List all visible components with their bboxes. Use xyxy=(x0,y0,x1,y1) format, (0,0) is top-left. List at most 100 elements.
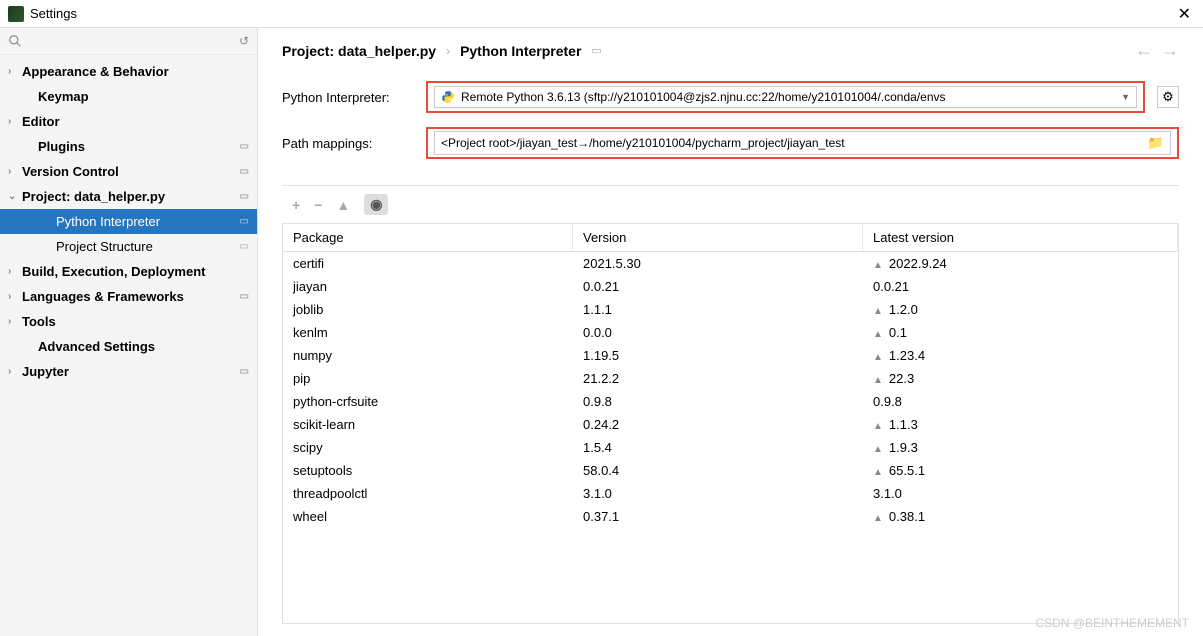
package-name: setuptools xyxy=(283,459,573,482)
chevron-right-icon: › xyxy=(446,44,450,58)
package-version: 1.19.5 xyxy=(573,344,863,367)
table-row[interactable]: kenlm0.0.0▲0.1 xyxy=(283,321,1178,344)
upgrade-available-icon: ▲ xyxy=(873,513,883,524)
package-version: 1.1.1 xyxy=(573,298,863,321)
modified-badge-icon: ▭ xyxy=(240,291,249,302)
package-version: 0.24.2 xyxy=(573,413,863,436)
sidebar-item-languages-frameworks[interactable]: ›Languages & Frameworks▭ xyxy=(0,284,257,309)
table-row[interactable]: wheel0.37.1▲0.38.1 xyxy=(283,505,1178,528)
sidebar: ↺ ›Appearance & BehaviorKeymap›EditorPlu… xyxy=(0,28,258,636)
chevron-icon: › xyxy=(8,316,20,327)
upgrade-available-icon: ▲ xyxy=(873,352,883,363)
sidebar-item-label: Keymap xyxy=(38,89,89,104)
sidebar-item-label: Project Structure xyxy=(56,239,153,254)
package-version: 0.0.21 xyxy=(573,275,863,298)
chevron-icon: › xyxy=(8,366,20,377)
table-row[interactable]: certifi2021.5.30▲2022.9.24 xyxy=(283,252,1178,275)
package-latest: ▲1.2.0 xyxy=(863,298,1178,321)
nav-forward-icon[interactable]: → xyxy=(1161,40,1179,61)
package-latest: ▲1.1.3 xyxy=(863,413,1178,436)
app-icon xyxy=(8,6,24,22)
sidebar-item-label: Version Control xyxy=(22,164,119,179)
settings-tree: ›Appearance & BehaviorKeymap›EditorPlugi… xyxy=(0,55,257,384)
table-row[interactable]: jiayan0.0.210.0.21 xyxy=(283,275,1178,298)
table-body: certifi2021.5.30▲2022.9.24jiayan0.0.210.… xyxy=(283,252,1178,623)
package-name: joblib xyxy=(283,298,573,321)
sidebar-item-python-interpreter[interactable]: Python Interpreter▭ xyxy=(0,209,257,234)
search-input[interactable] xyxy=(26,34,235,48)
upgrade-available-icon: ▲ xyxy=(873,260,883,271)
header-package[interactable]: Package xyxy=(283,224,573,251)
mappings-highlight: <Project root>/jiayan_test→/home/y210101… xyxy=(426,127,1179,159)
sidebar-item-label: Languages & Frameworks xyxy=(22,289,184,304)
table-row[interactable]: scikit-learn0.24.2▲1.1.3 xyxy=(283,413,1178,436)
sidebar-item-appearance-behavior[interactable]: ›Appearance & Behavior xyxy=(0,59,257,84)
table-row[interactable]: pip21.2.2▲22.3 xyxy=(283,367,1178,390)
close-icon[interactable]: ✕ xyxy=(1174,4,1195,24)
interpreter-highlight: Remote Python 3.6.13 (sftp://y210101004@… xyxy=(426,81,1145,113)
breadcrumb: Project: data_helper.py › Python Interpr… xyxy=(282,40,1179,61)
gear-icon[interactable]: ⚙ xyxy=(1157,86,1179,108)
header-latest[interactable]: Latest version xyxy=(863,224,1178,251)
sidebar-item-label: Jupyter xyxy=(22,364,69,379)
table-row[interactable]: numpy1.19.5▲1.23.4 xyxy=(283,344,1178,367)
nav-back-icon[interactable]: ← xyxy=(1135,40,1153,61)
package-name: scikit-learn xyxy=(283,413,573,436)
watermark: CSDN @BEINTHEMEMENT xyxy=(1035,616,1189,630)
package-latest: ▲22.3 xyxy=(863,367,1178,390)
sidebar-item-build-execution-deployment[interactable]: ›Build, Execution, Deployment xyxy=(0,259,257,284)
package-name: wheel xyxy=(283,505,573,528)
sidebar-item-label: Appearance & Behavior xyxy=(22,64,169,79)
upgrade-available-icon: ▲ xyxy=(873,421,883,432)
reset-icon[interactable]: ▭ xyxy=(591,44,601,57)
sidebar-item-keymap[interactable]: Keymap xyxy=(0,84,257,109)
package-latest: ▲1.9.3 xyxy=(863,436,1178,459)
package-latest: ▲1.23.4 xyxy=(863,344,1178,367)
sidebar-item-plugins[interactable]: Plugins▭ xyxy=(0,134,257,159)
upgrade-available-icon: ▲ xyxy=(873,306,883,317)
table-row[interactable]: setuptools58.0.4▲65.5.1 xyxy=(283,459,1178,482)
search-icon xyxy=(8,34,22,48)
window-title: Settings xyxy=(30,6,1174,21)
table-row[interactable]: python-crfsuite0.9.80.9.8 xyxy=(283,390,1178,413)
sidebar-item-jupyter[interactable]: ›Jupyter ▭ xyxy=(0,359,257,384)
table-row[interactable]: threadpoolctl3.1.03.1.0 xyxy=(283,482,1178,505)
upgrade-package-button[interactable]: ▲ xyxy=(336,197,350,213)
upgrade-available-icon: ▲ xyxy=(873,375,883,386)
show-early-releases-button[interactable]: ◉ xyxy=(364,194,388,215)
package-latest: 0.0.21 xyxy=(863,275,1178,298)
mappings-row: Path mappings: <Project root>/jiayan_tes… xyxy=(282,127,1179,159)
remove-package-button[interactable]: − xyxy=(314,197,322,213)
table-row[interactable]: joblib1.1.1▲1.2.0 xyxy=(283,298,1178,321)
modified-badge-icon: ▭ xyxy=(240,366,249,377)
search-bar[interactable]: ↺ xyxy=(0,28,257,55)
package-version: 0.9.8 xyxy=(573,390,863,413)
history-icon[interactable]: ↺ xyxy=(239,34,249,48)
table-header: Package Version Latest version xyxy=(283,224,1178,252)
sidebar-item-tools[interactable]: ›Tools xyxy=(0,309,257,334)
sidebar-item-label: Plugins xyxy=(38,139,85,154)
package-toolbar: + − ▲ ◉ xyxy=(282,185,1179,223)
sidebar-item-project-structure[interactable]: Project Structure ▭ xyxy=(0,234,257,259)
add-package-button[interactable]: + xyxy=(292,197,300,213)
package-latest: 0.9.8 xyxy=(863,390,1178,413)
sidebar-item-label: Project: data_helper.py xyxy=(22,189,165,204)
chevron-icon: › xyxy=(8,116,20,127)
chevron-icon: › xyxy=(8,266,20,277)
modified-badge-icon: ▭ xyxy=(240,166,249,177)
modified-badge-icon: ▭ xyxy=(240,241,249,252)
python-icon xyxy=(441,90,455,104)
interpreter-dropdown[interactable]: Remote Python 3.6.13 (sftp://y210101004@… xyxy=(434,86,1137,108)
table-row[interactable]: scipy1.5.4▲1.9.3 xyxy=(283,436,1178,459)
package-version: 2021.5.30 xyxy=(573,252,863,275)
sidebar-item-editor[interactable]: ›Editor xyxy=(0,109,257,134)
sidebar-item-advanced-settings[interactable]: Advanced Settings xyxy=(0,334,257,359)
sidebar-item-project-data-helper-py[interactable]: ⌄Project: data_helper.py▭ xyxy=(0,184,257,209)
chevron-down-icon: ▼ xyxy=(1121,92,1130,102)
mappings-label: Path mappings: xyxy=(282,136,414,151)
header-version[interactable]: Version xyxy=(573,224,863,251)
sidebar-item-version-control[interactable]: ›Version Control▭ xyxy=(0,159,257,184)
mappings-input[interactable]: <Project root>/jiayan_test→/home/y210101… xyxy=(434,131,1171,155)
folder-icon[interactable]: 📁 xyxy=(1148,135,1164,151)
package-latest: ▲2022.9.24 xyxy=(863,252,1178,275)
